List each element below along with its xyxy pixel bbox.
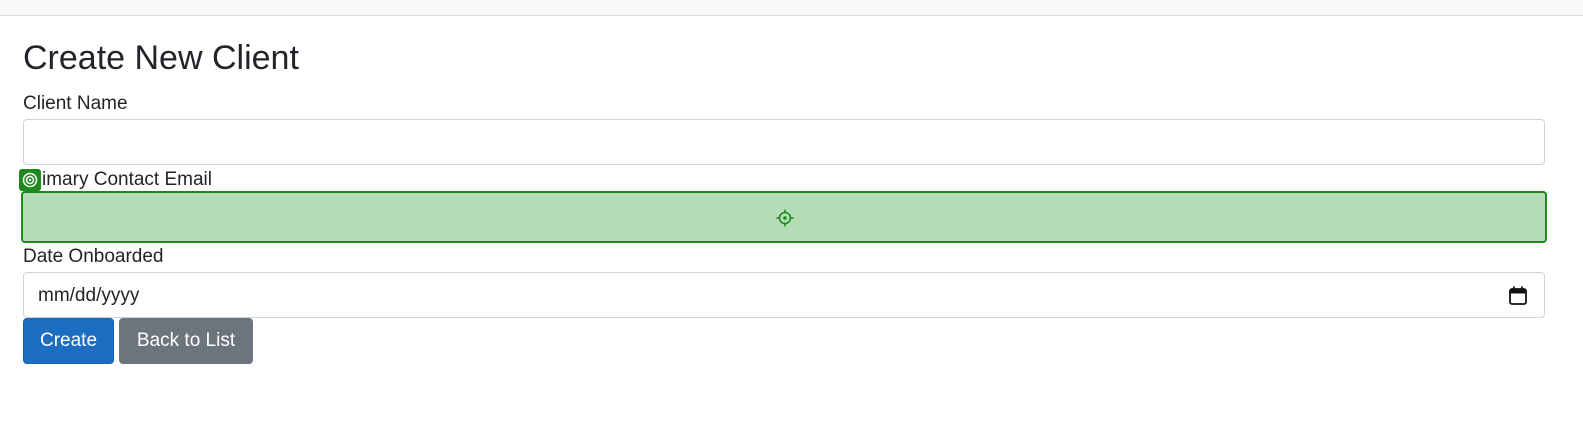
client-name-input[interactable]	[23, 119, 1545, 165]
date-onboarded-input[interactable]: mm/dd/yyyy	[23, 272, 1545, 318]
primary-contact-email-input[interactable]	[21, 191, 1547, 243]
target-badge-icon	[19, 169, 41, 191]
create-button[interactable]: Create	[23, 318, 114, 364]
client-name-label: Client Name	[23, 93, 128, 114]
back-to-list-button[interactable]: Back to List	[119, 318, 253, 364]
calendar-icon[interactable]	[1509, 286, 1527, 305]
date-placeholder-text: mm/dd/yyyy	[38, 285, 140, 306]
date-onboarded-label: Date Onboarded	[23, 246, 164, 267]
crosshair-icon	[776, 209, 794, 227]
primary-contact-email-label: imary Contact Email	[42, 169, 212, 190]
browser-top-bar	[0, 0, 1583, 16]
page-title: Create New Client	[23, 39, 299, 77]
